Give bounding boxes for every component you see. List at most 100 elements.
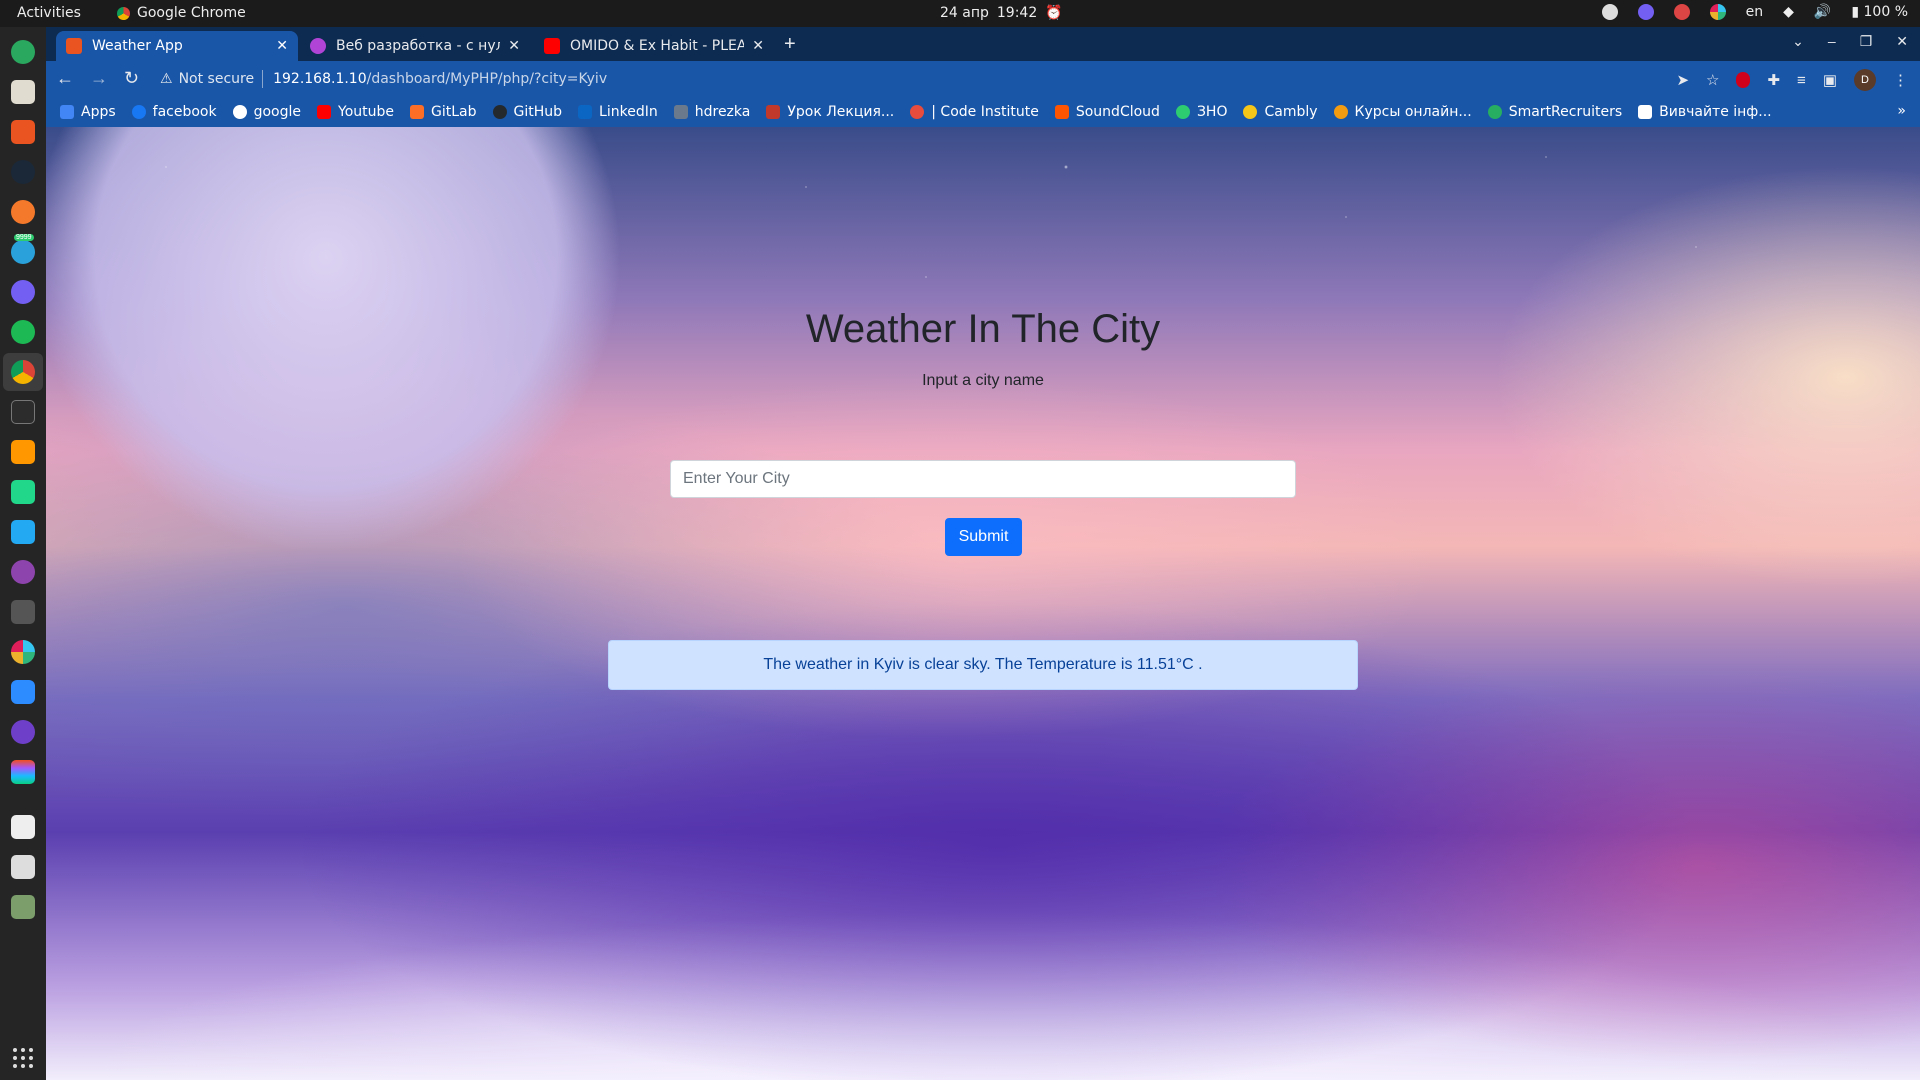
usb-creator-icon[interactable] — [11, 600, 35, 624]
zoom-icon[interactable] — [11, 680, 35, 704]
steam-icon[interactable] — [11, 160, 35, 184]
learn-info-icon — [1638, 105, 1653, 119]
bookmark-label: Вивчайте інф... — [1659, 104, 1772, 120]
bookmark-label: facebook — [152, 104, 217, 120]
page-subtitle: Input a city name — [922, 372, 1044, 389]
sublime-text-icon[interactable] — [11, 440, 35, 464]
bookmark-lesson[interactable]: Урок Лекция... — [766, 104, 894, 120]
steam-tray-icon[interactable] — [1601, 4, 1618, 20]
city-input[interactable] — [670, 460, 1296, 498]
bookmark-label: GitHub — [513, 104, 563, 120]
volume-icon[interactable]: 🔊 — [1814, 4, 1831, 20]
url-host[interactable]: 192.168.1.10 — [273, 71, 367, 87]
bookmark-label: Youtube — [338, 104, 395, 120]
bookmark-courses[interactable]: Курсы онлайн... — [1333, 104, 1472, 120]
tab-search-icon[interactable]: ⌄ — [1792, 33, 1804, 50]
show-applications-icon[interactable] — [13, 1048, 33, 1068]
bookmark-apps[interactable]: Apps — [60, 104, 116, 120]
pycharm-icon[interactable] — [11, 480, 35, 504]
telegram-desktop-icon[interactable] — [11, 40, 35, 64]
app-name-label: Google Chrome — [137, 5, 246, 21]
security-label[interactable]: Not secure — [179, 71, 255, 87]
chrome-dock-icon[interactable] — [11, 360, 35, 384]
software-center-icon[interactable] — [11, 120, 35, 144]
podcasts-icon[interactable] — [11, 560, 35, 584]
figma-icon[interactable] — [11, 760, 35, 784]
new-tab-button[interactable]: + — [784, 33, 796, 56]
system-tray[interactable]: en ◆ 🔊 ▮ 100 % — [1601, 4, 1908, 20]
text-editor-icon[interactable] — [11, 815, 35, 839]
bookmark-soundcloud[interactable]: SoundCloud — [1054, 104, 1160, 120]
bookmark-label: GitLab — [431, 104, 477, 120]
trash-icon[interactable] — [11, 895, 35, 919]
photo-viewer-icon[interactable] — [11, 855, 35, 879]
bookmark-hdrezka[interactable]: hdrezka — [673, 104, 750, 120]
tab-web-dev[interactable]: Веб разработка - с нуля д ✕ — [300, 31, 530, 61]
restore-icon[interactable]: ❐ — [1860, 33, 1873, 50]
bookmark-zno[interactable]: ЗНО — [1175, 104, 1227, 120]
back-icon[interactable]: ← — [56, 68, 74, 89]
submit-button[interactable]: Submit — [945, 518, 1022, 556]
close-tab-icon[interactable]: ✕ — [276, 38, 288, 54]
vscode-icon[interactable] — [11, 520, 35, 544]
files-icon[interactable] — [11, 80, 35, 104]
browser-toolbar: ← → ↻ ⚠ Not secure 192.168.1.10 /dashboa… — [46, 61, 1920, 97]
bookmark-youtube[interactable]: Youtube — [317, 104, 394, 120]
github-desktop-icon[interactable] — [11, 720, 35, 744]
warning-icon[interactable]: ⚠ — [160, 71, 173, 87]
minimize-icon[interactable]: – — [1828, 33, 1836, 50]
address-bar[interactable]: ⚠ Not secure 192.168.1.10 /dashboard/MyP… — [160, 64, 1690, 94]
youtube-icon — [317, 105, 332, 119]
menu-kebab-icon[interactable]: ⋮ — [1893, 71, 1908, 89]
battery-indicator[interactable]: ▮ 100 % — [1851, 4, 1908, 20]
tab-youtube[interactable]: OMIDO & Ex Habit - PLEA ✕ — [534, 31, 774, 61]
extensions-puzzle-icon[interactable]: ✚ — [1767, 71, 1780, 89]
close-window-icon[interactable]: ✕ — [1896, 33, 1908, 50]
bookmark-gitlab[interactable]: GitLab — [410, 104, 477, 120]
spotify-icon[interactable] — [11, 320, 35, 344]
viber-icon[interactable] — [11, 280, 35, 304]
bookmark-star-icon[interactable]: ☆ — [1706, 71, 1719, 89]
profile-avatar[interactable]: D — [1854, 69, 1876, 91]
tab-title: Weather App — [92, 38, 183, 54]
bookmark-learn-info[interactable]: Вивчайте інф... — [1638, 104, 1772, 120]
url-path[interactable]: /dashboard/MyPHP/php/?city=Kyiv — [367, 71, 608, 87]
weather-result-text: The weather in Kyiv is clear sky. The Te… — [763, 656, 1203, 673]
bookmark-facebook[interactable]: facebook — [131, 104, 217, 120]
weather-app-favicon — [66, 38, 82, 54]
github-icon — [492, 105, 507, 119]
bookmark-google[interactable]: google — [232, 104, 301, 120]
app-menu[interactable]: Google Chrome — [117, 5, 246, 21]
forward-icon[interactable]: → — [90, 68, 108, 89]
close-tab-icon[interactable]: ✕ — [752, 38, 764, 54]
keyboard-layout[interactable]: en — [1746, 4, 1764, 20]
viber-tray-icon[interactable] — [1637, 4, 1654, 20]
youtube-favicon — [544, 38, 560, 54]
bookmark-github[interactable]: GitHub — [492, 104, 563, 120]
terminal-icon[interactable] — [11, 400, 35, 424]
bookmark-label: LinkedIn — [599, 104, 658, 120]
clock[interactable]: 24 апр 19:42 ⏰ — [940, 5, 1063, 21]
google-icon — [232, 105, 247, 119]
blender-icon[interactable] — [11, 200, 35, 224]
bookmark-linkedin[interactable]: LinkedIn — [578, 104, 658, 120]
chrome-tray-icon[interactable] — [1673, 4, 1690, 20]
bookmark-smartrecruiters[interactable]: SmartRecruiters — [1487, 104, 1622, 120]
extension-red-icon[interactable] — [1736, 72, 1751, 88]
activities-button[interactable]: Activities — [17, 5, 81, 21]
more-bookmarks-icon[interactable]: » — [1897, 103, 1906, 119]
bookmark-code-institute[interactable]: | Code Institute — [910, 104, 1039, 120]
send-icon[interactable]: ➤ — [1676, 71, 1689, 89]
bookmark-cambly[interactable]: Cambly — [1243, 104, 1318, 120]
side-panel-icon[interactable]: ▣ — [1823, 71, 1837, 89]
close-tab-icon[interactable]: ✕ — [508, 38, 520, 54]
reload-icon[interactable]: ↻ — [124, 68, 139, 89]
telegram-icon[interactable] — [11, 240, 35, 264]
tab-weather-app[interactable]: Weather App ✕ — [56, 31, 298, 61]
slack-tray-icon[interactable] — [1709, 4, 1726, 20]
slack-icon[interactable] — [11, 640, 35, 664]
alarm-icon: ⏰ — [1045, 5, 1063, 21]
wifi-icon[interactable]: ◆ — [1783, 4, 1794, 20]
bookmark-label: | Code Institute — [931, 104, 1039, 120]
media-control-icon[interactable]: ≡ — [1797, 72, 1806, 89]
